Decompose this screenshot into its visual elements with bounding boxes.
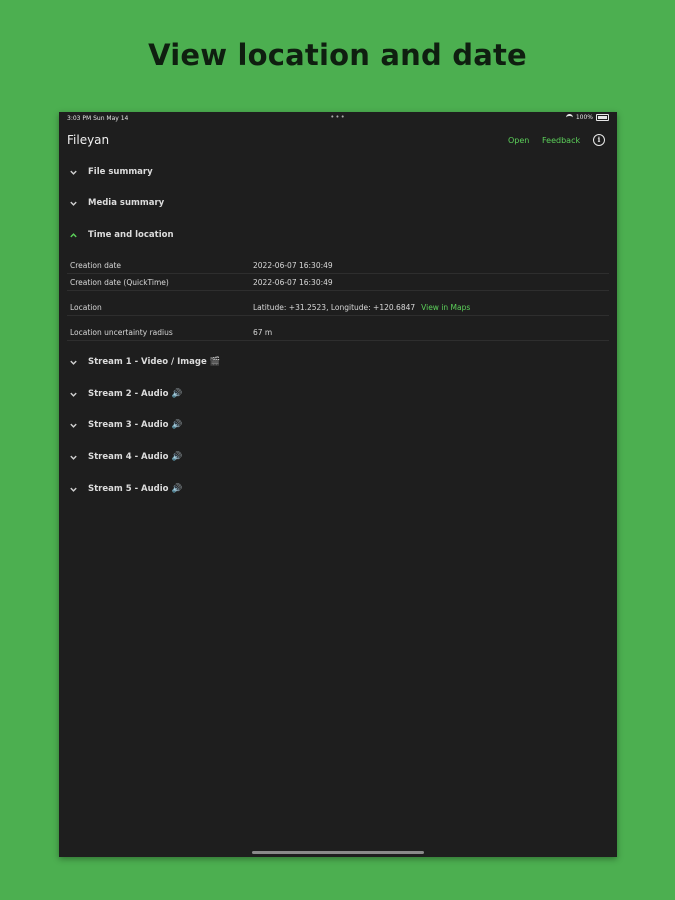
section-label: File summary [88, 167, 153, 177]
battery-icon [596, 114, 609, 121]
status-right: 100% [565, 114, 609, 121]
chevron-down-icon [70, 423, 77, 428]
section-label: Stream 3 - Audio 🔊 [88, 420, 183, 430]
wifi-icon [565, 114, 573, 121]
row-value-location: Latitude: +31.2523, Longitude: +120.6847… [253, 303, 470, 312]
row-key: Location [70, 303, 102, 312]
section-label: Stream 1 - Video / Image 🎬 [88, 357, 221, 367]
section-label: Stream 2 - Audio 🔊 [88, 389, 183, 399]
chevron-down-icon [70, 170, 77, 175]
section-stream-2[interactable]: Stream 2 - Audio 🔊 [69, 387, 182, 401]
info-row-creation-date: Creation date 2022-06-07 16:30:49 [67, 257, 609, 274]
section-stream-5[interactable]: Stream 5 - Audio 🔊 [69, 482, 182, 496]
coordinates-text: Latitude: +31.2523, Longitude: +120.6847 [253, 303, 416, 312]
chevron-up-icon [70, 232, 77, 237]
row-value: 67 m [253, 328, 273, 337]
section-stream-4[interactable]: Stream 4 - Audio 🔊 [69, 450, 182, 464]
section-time-location[interactable]: Time and location [69, 228, 174, 242]
row-key: Location uncertainty radius [70, 328, 173, 337]
section-media-summary[interactable]: Media summary [69, 196, 164, 210]
home-indicator[interactable] [252, 851, 424, 854]
row-key: Creation date (QuickTime) [70, 278, 169, 287]
multitasking-dots-icon[interactable]: ••• [330, 113, 345, 121]
row-value: 2022-06-07 16:30:49 [253, 261, 333, 270]
info-icon[interactable]: i [593, 134, 605, 146]
section-label: Stream 4 - Audio 🔊 [88, 452, 183, 462]
chevron-down-icon [70, 201, 77, 206]
chevron-down-icon [70, 455, 77, 460]
info-row-uncertainty: Location uncertainty radius 67 m [67, 324, 609, 341]
nav-bar: Fileyan Open Feedback i [59, 128, 617, 152]
chevron-down-icon [70, 360, 77, 365]
section-label: Stream 5 - Audio 🔊 [88, 484, 183, 494]
feedback-button[interactable]: Feedback [542, 136, 580, 145]
chevron-down-icon [70, 392, 77, 397]
status-bar: 3:03 PM Sun May 14 ••• 100% [59, 112, 617, 124]
battery-percent: 100% [575, 114, 593, 121]
section-file-summary[interactable]: File summary [69, 165, 153, 179]
section-stream-3[interactable]: Stream 3 - Audio 🔊 [69, 418, 182, 432]
app-window: 3:03 PM Sun May 14 ••• 100% Fileyan Open… [59, 112, 617, 857]
info-row-location: Location Latitude: +31.2523, Longitude: … [67, 299, 609, 316]
row-key: Creation date [70, 261, 122, 270]
section-label: Media summary [88, 198, 165, 208]
info-row-creation-date-quicktime: Creation date (QuickTime) 2022-06-07 16:… [67, 274, 609, 291]
chevron-down-icon [70, 487, 77, 492]
section-stream-1[interactable]: Stream 1 - Video / Image 🎬 [69, 355, 220, 369]
row-value: 2022-06-07 16:30:49 [253, 278, 333, 287]
section-label: Time and location [88, 230, 174, 240]
view-in-maps-link[interactable]: View in Maps [421, 303, 470, 312]
app-title: Fileyan [67, 133, 110, 147]
headline: View location and date [148, 38, 527, 72]
status-time: 3:03 PM Sun May 14 [67, 115, 129, 122]
open-button[interactable]: Open [508, 136, 529, 145]
